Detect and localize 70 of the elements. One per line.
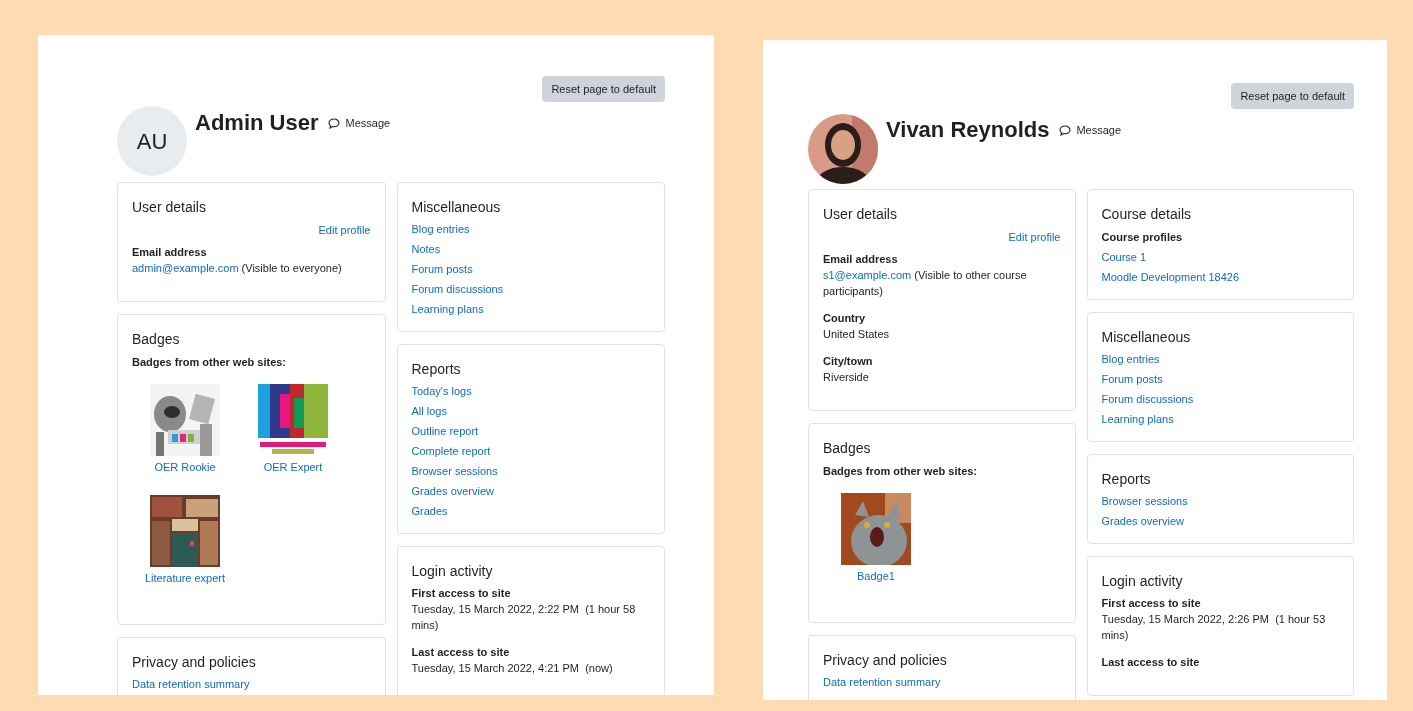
profile-link[interactable]: Course 1 [1101, 251, 1147, 263]
field-label: First access to site [411, 586, 512, 601]
edit-profile-link[interactable]: Edit profile [318, 222, 371, 238]
profile-link[interactable]: Forum discussions [1101, 393, 1194, 405]
badge-link[interactable]: Badge1 [857, 568, 895, 584]
profile-link[interactable]: Moodle Development 18426 [1101, 271, 1240, 283]
field-label: Email address [132, 245, 208, 260]
badge-link[interactable]: OER Expert [263, 459, 323, 475]
field-value: admin@example.com (Visible to everyone) [132, 261, 343, 276]
card-title: Login activity [411, 562, 494, 581]
field-label: Last access to site [411, 645, 511, 660]
field-label: Last access to site [1101, 655, 1201, 670]
section-subheading: Badges from other web sites: [132, 355, 288, 370]
field-label: Country [823, 311, 867, 326]
field-value: Riverside [823, 370, 870, 385]
profile-link[interactable]: Today's logs [411, 385, 472, 397]
user-name: Admin User [195, 109, 319, 137]
speech-bubble-icon [328, 117, 341, 129]
edit-profile-link[interactable]: Edit profile [1008, 229, 1061, 245]
field-label: First access to site [1101, 596, 1202, 611]
profile-link[interactable]: Blog entries [411, 223, 470, 235]
field-label: City/town [823, 354, 874, 369]
email-link[interactable]: admin@example.com [132, 262, 239, 274]
profile-link[interactable]: Notes [411, 243, 441, 255]
card-title: Reports [411, 360, 462, 379]
profile-link[interactable]: Browser sessions [1101, 495, 1188, 507]
profile-link[interactable]: Browser sessions [411, 465, 498, 477]
field-value: United States [823, 327, 891, 342]
reset-button[interactable]: Reset page to default [1231, 83, 1354, 109]
card-title: Privacy and policies [132, 653, 257, 672]
card-title: Badges [823, 439, 872, 458]
card-title: Badges [132, 330, 181, 349]
profile-link[interactable]: Grades overview [411, 485, 495, 497]
profile-link[interactable]: Complete report [411, 445, 491, 457]
field-value: Tuesday, 15 March 2022, 2:26 PM (1 hour 53 mins) [1101, 612, 1327, 643]
section-subheading: Badges from other web sites: [823, 464, 979, 479]
field-value: s1@example.com (Visible to other course participants) [823, 268, 1028, 299]
card-title: Miscellaneous [411, 198, 502, 217]
badge-link[interactable]: OER Rookie [154, 459, 216, 475]
profile-link[interactable]: Forum posts [1101, 373, 1163, 385]
card-title: Login activity [1101, 572, 1184, 591]
profile-link[interactable]: Learning plans [1101, 413, 1174, 425]
card-title: User details [823, 205, 898, 224]
field-label: Email address [823, 252, 899, 267]
user-name: Vivan Reynolds [886, 116, 1050, 144]
reset-button[interactable]: Reset page to default [542, 76, 665, 102]
profile-link[interactable]: Outline report [411, 425, 479, 437]
profile-link[interactable]: Blog entries [1101, 353, 1160, 365]
profile-link[interactable]: Forum posts [411, 263, 473, 275]
card-title: Course details [1101, 205, 1192, 224]
message-link[interactable]: Message [328, 114, 391, 132]
section-subheading: Course profiles [1101, 230, 1184, 245]
field-value: Tuesday, 15 March 2022, 2:22 PM (1 hour 58 mins) [411, 602, 637, 633]
profile-link[interactable]: Grades overview [1101, 515, 1185, 527]
speech-bubble-icon [1059, 124, 1072, 136]
badge-link[interactable]: Literature expert [144, 570, 226, 586]
profile-link[interactable]: All logs [411, 405, 447, 417]
card-title: Miscellaneous [1101, 328, 1192, 347]
field-value: Tuesday, 15 March 2022, 4:21 PM (now) [411, 661, 614, 676]
profile-link[interactable]: Data retention summary [132, 678, 250, 690]
profile-link[interactable]: Forum discussions [411, 283, 504, 295]
profile-link[interactable]: Learning plans [411, 303, 484, 315]
card-title: Privacy and policies [823, 651, 948, 670]
email-link[interactable]: s1@example.com [823, 269, 912, 281]
card-title: Reports [1101, 470, 1152, 489]
user-avatar: AU [117, 106, 187, 176]
profile-link[interactable]: Data retention summary [823, 676, 941, 688]
profile-link[interactable]: Grades [411, 505, 448, 517]
card-title: User details [132, 198, 207, 217]
message-link[interactable]: Message [1059, 121, 1122, 139]
